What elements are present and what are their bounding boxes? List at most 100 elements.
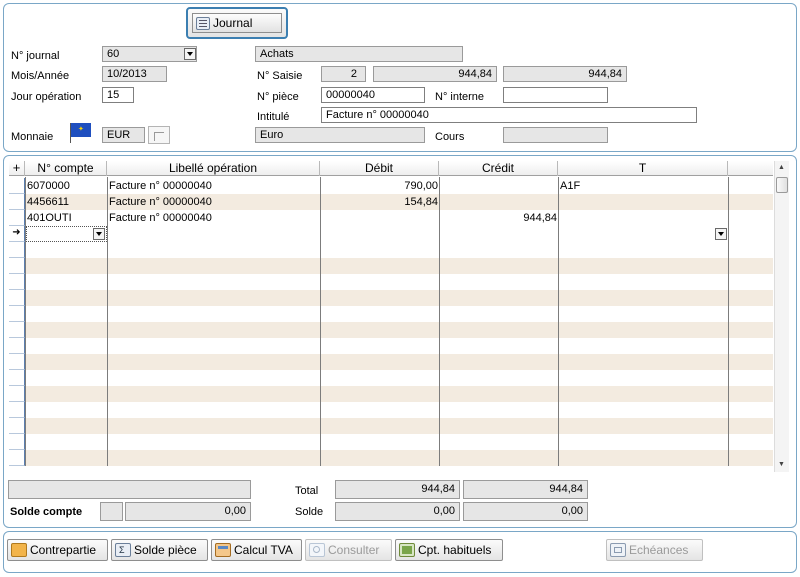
scroll-down-icon[interactable]: ▼ xyxy=(778,461,785,469)
period-value: 10/2013 xyxy=(107,68,147,80)
cell-debit[interactable]: 154,84 xyxy=(320,194,439,210)
total-debit-value: 944,84 xyxy=(421,483,455,495)
calcul-tva-button[interactable]: Calcul TVA xyxy=(211,539,302,561)
col-credit-header[interactable]: Crédit xyxy=(439,161,558,176)
empty-row[interactable] xyxy=(9,242,773,258)
t-dropdown-icon[interactable] xyxy=(715,228,727,240)
row-selector[interactable] xyxy=(9,386,25,402)
saisie-no-field: 2 xyxy=(321,66,366,82)
currency-toggle-icon xyxy=(154,132,164,141)
new-entry-row[interactable]: ➜ xyxy=(9,226,773,242)
row-selector[interactable] xyxy=(9,242,25,258)
contrepartie-button[interactable]: Contrepartie xyxy=(7,539,108,561)
intitule-input[interactable]: Facture n° 00000040 xyxy=(321,107,697,123)
row-selector[interactable] xyxy=(9,178,25,194)
empty-row[interactable] xyxy=(9,354,773,370)
col-t-header[interactable]: T xyxy=(558,161,728,176)
cell-label[interactable]: Facture n° 00000040 xyxy=(107,194,320,210)
cell-account[interactable]: 401OUTI xyxy=(25,210,107,226)
row-selector[interactable] xyxy=(9,322,25,338)
day-input[interactable]: 15 xyxy=(102,87,134,103)
cell-label[interactable]: Facture n° 00000040 xyxy=(107,178,320,194)
row-selector[interactable] xyxy=(9,450,25,466)
grid-scrollbar[interactable]: ▲ ▼ xyxy=(774,161,789,472)
empty-row[interactable] xyxy=(9,338,773,354)
journal-button[interactable]: Journal xyxy=(186,7,288,39)
cell-t[interactable]: A1F xyxy=(558,178,728,194)
solde-compte-label: Solde compte xyxy=(10,506,83,518)
empty-row[interactable] xyxy=(9,322,773,338)
cell-debit[interactable]: 790,00 xyxy=(320,178,439,194)
empty-row[interactable] xyxy=(9,370,773,386)
solde-compte-field: 0,00 xyxy=(125,502,251,521)
row-selector[interactable] xyxy=(9,418,25,434)
scroll-up-icon[interactable]: ▲ xyxy=(778,164,785,172)
cell-debit[interactable] xyxy=(320,210,439,226)
row-selector[interactable] xyxy=(9,370,25,386)
journal-no-value: 60 xyxy=(107,48,120,60)
empty-row[interactable] xyxy=(9,418,773,434)
row-selector[interactable] xyxy=(9,290,25,306)
account-dropdown-icon[interactable] xyxy=(93,228,105,240)
cell-account[interactable]: 4456611 xyxy=(25,194,107,210)
contrepartie-label: Contrepartie xyxy=(30,543,97,557)
piece-input[interactable]: 00000040 xyxy=(321,87,425,103)
empty-row[interactable] xyxy=(9,290,773,306)
row-selector[interactable] xyxy=(9,338,25,354)
echeances-button[interactable]: Echéances xyxy=(606,539,703,561)
scroll-thumb[interactable] xyxy=(776,177,788,193)
saisie-label: N° Saisie xyxy=(257,70,303,82)
rate-label: Cours xyxy=(435,131,465,143)
row-selector[interactable] xyxy=(9,210,25,226)
entries-grid: + N° compte Libellé opération Débit Créd… xyxy=(9,161,789,472)
currency-code-field: EUR xyxy=(102,127,145,143)
cell-t[interactable] xyxy=(558,210,728,226)
cell-credit[interactable] xyxy=(439,178,558,194)
solde-piece-button[interactable]: Σ Solde pièce xyxy=(111,539,208,561)
journal-no-dropdown-icon[interactable] xyxy=(184,48,196,60)
empty-row[interactable] xyxy=(9,306,773,322)
journal-no-select[interactable]: 60 xyxy=(102,46,197,62)
empty-row[interactable] xyxy=(9,386,773,402)
empty-row[interactable] xyxy=(9,274,773,290)
row-selector[interactable] xyxy=(9,274,25,290)
current-row-arrow-icon[interactable]: ➜ xyxy=(9,226,25,242)
cell-t[interactable] xyxy=(558,194,728,210)
row-selector[interactable] xyxy=(9,354,25,370)
cell-credit[interactable]: 944,84 xyxy=(439,210,558,226)
column-divider xyxy=(107,177,108,466)
cpt-habituels-label: Cpt. habituels xyxy=(418,543,492,557)
col-label-header[interactable]: Libellé opération xyxy=(107,161,320,176)
row-selector[interactable] xyxy=(9,402,25,418)
eu-flag-icon: ✦ xyxy=(71,123,91,137)
row-selector[interactable] xyxy=(9,434,25,450)
cell-label[interactable]: Facture n° 00000040 xyxy=(107,210,320,226)
flag-pole-icon xyxy=(70,123,71,143)
table-row[interactable]: 401OUTI Facture n° 00000040 944,84 xyxy=(9,210,773,226)
solde-label: Solde xyxy=(295,506,324,518)
consulter-label: Consulter xyxy=(328,543,380,557)
consulter-button[interactable]: Consulter xyxy=(305,539,392,561)
col-account-header[interactable]: N° compte xyxy=(25,161,107,176)
table-row[interactable]: 6070000 Facture n° 00000040 790,00 A1F xyxy=(9,178,773,194)
row-selector[interactable] xyxy=(9,306,25,322)
period-field: 10/2013 xyxy=(102,66,167,82)
row-selector[interactable] xyxy=(9,258,25,274)
empty-row[interactable] xyxy=(9,450,773,466)
table-row[interactable]: 4456611 Facture n° 00000040 154,84 xyxy=(9,194,773,210)
column-divider xyxy=(25,177,26,466)
empty-row[interactable] xyxy=(9,402,773,418)
col-account-label: N° compte xyxy=(37,161,94,175)
cell-account[interactable]: 6070000 xyxy=(25,178,107,194)
empty-row[interactable] xyxy=(9,434,773,450)
row-selector[interactable] xyxy=(9,194,25,210)
currency-toggle-button[interactable] xyxy=(148,126,170,144)
cpt-habituels-button[interactable]: Cpt. habituels xyxy=(395,539,503,561)
add-row-header[interactable]: + xyxy=(9,161,25,176)
col-debit-header[interactable]: Débit xyxy=(320,161,439,176)
day-label: Jour opération xyxy=(11,91,82,103)
saisie-total-1: 944,84 xyxy=(373,66,497,82)
internal-input[interactable] xyxy=(503,87,608,103)
cell-credit[interactable] xyxy=(439,194,558,210)
empty-row[interactable] xyxy=(9,258,773,274)
